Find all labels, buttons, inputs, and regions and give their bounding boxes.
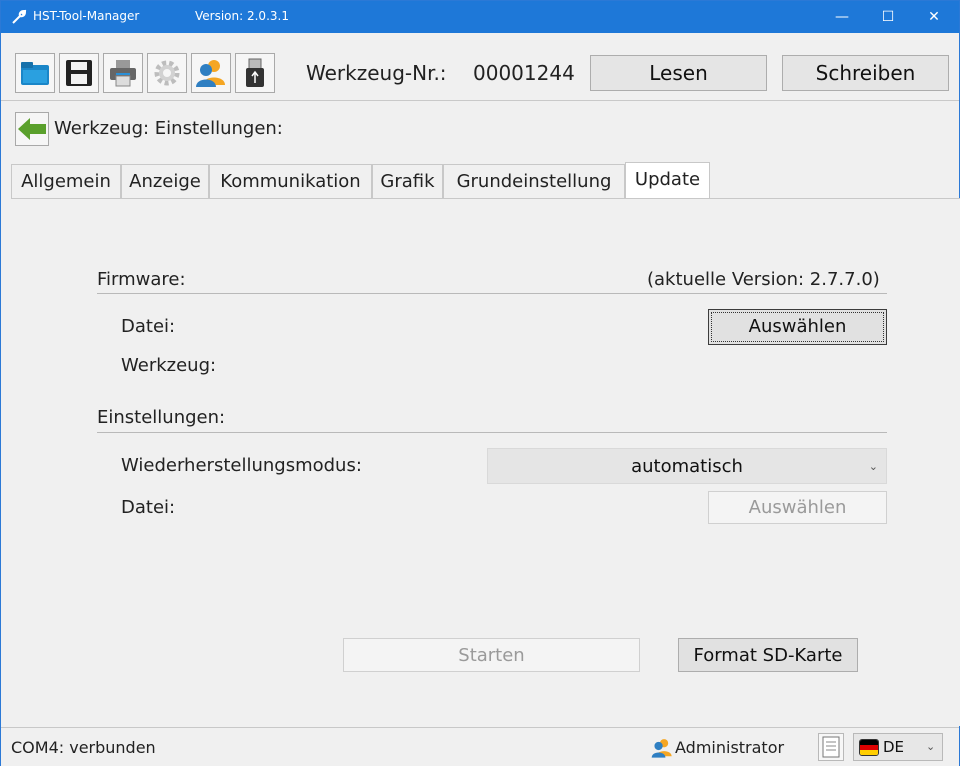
minimize-button[interactable]: — (819, 1, 865, 33)
german-flag-icon (859, 739, 879, 756)
tool-number-label: Werkzeug-Nr.: (306, 61, 447, 85)
title-bar: HST-Tool-Manager Version: 2.0.3.1 — ☐ ✕ (1, 1, 959, 33)
save-button[interactable] (59, 53, 99, 93)
firmware-tool-label: Werkzeug: (121, 355, 217, 376)
firmware-file-label: Datei: (121, 316, 176, 337)
user-icon (651, 739, 672, 758)
connection-status: COM4: verbunden (11, 738, 156, 757)
start-button[interactable]: Starten (343, 638, 640, 672)
status-bar: COM4: verbunden Administrator DE ⌄ (1, 727, 959, 766)
settings-file-label: Datei: (121, 497, 176, 518)
read-button[interactable]: Lesen (590, 55, 767, 91)
close-icon: ✕ (928, 9, 940, 25)
settings-select-button[interactable]: Auswählen (708, 491, 887, 524)
app-window: HST-Tool-Manager Version: 2.0.3.1 — ☐ ✕ (0, 0, 960, 766)
restore-mode-label: Wiederherstellungsmodus: (121, 455, 362, 476)
language-code: DE (883, 738, 905, 756)
wrench-icon (12, 9, 27, 24)
toolbar: Werkzeug-Nr.: 00001244 Lesen Schreiben (1, 51, 959, 95)
maximize-button[interactable]: ☐ (865, 1, 911, 33)
tab-anzeige[interactable]: Anzeige (121, 164, 209, 199)
save-icon (66, 60, 92, 86)
usb-icon (246, 58, 264, 87)
write-button[interactable]: Schreiben (782, 55, 949, 91)
user-icon (196, 60, 225, 87)
settings-gear-icon (154, 60, 180, 86)
toolbar-divider (1, 100, 959, 101)
user-button[interactable] (191, 53, 231, 93)
restore-mode-value: automatisch (631, 456, 743, 477)
print-button[interactable] (103, 53, 143, 93)
back-arrow-icon (18, 118, 46, 140)
chevron-down-icon: ⌄ (926, 740, 936, 753)
document-icon (822, 736, 840, 758)
back-button[interactable] (15, 112, 49, 146)
firmware-divider (97, 293, 887, 294)
firmware-select-button[interactable]: Auswählen (708, 309, 887, 345)
current-user: Administrator (675, 738, 785, 757)
current-version: (aktuelle Version: 2.7.7.0) (647, 269, 880, 290)
tab-update[interactable]: Update (625, 162, 710, 199)
breadcrumb: Werkzeug: Einstellungen: (54, 118, 283, 139)
tab-grafik[interactable]: Grafik (372, 164, 443, 199)
firmware-section-label: Firmware: (97, 269, 186, 290)
app-version: Version: 2.0.3.1 (195, 9, 289, 23)
print-icon (110, 60, 136, 87)
log-button[interactable] (818, 733, 844, 761)
format-sd-button[interactable]: Format SD-Karte (678, 638, 858, 672)
tab-allgemein[interactable]: Allgemein (11, 164, 121, 199)
maximize-icon: ☐ (881, 9, 895, 25)
usb-button[interactable] (235, 53, 275, 93)
minimize-icon: — (835, 9, 849, 25)
language-select[interactable]: DE ⌄ (853, 733, 943, 761)
open-button[interactable] (15, 53, 55, 93)
close-button[interactable]: ✕ (911, 1, 957, 33)
open-folder-icon (21, 62, 49, 85)
tool-number-value: 00001244 (473, 61, 575, 85)
tab-kommunikation[interactable]: Kommunikation (209, 164, 372, 199)
app-title: HST-Tool-Manager (33, 9, 140, 23)
restore-mode-select[interactable]: automatisch ⌄ (487, 448, 887, 484)
settings-button[interactable] (147, 53, 187, 93)
settings-divider (97, 432, 887, 433)
settings-section-label: Einstellungen: (97, 407, 226, 428)
tab-grundeinstellung[interactable]: Grundeinstellung (443, 164, 625, 199)
chevron-down-icon: ⌄ (868, 460, 878, 473)
